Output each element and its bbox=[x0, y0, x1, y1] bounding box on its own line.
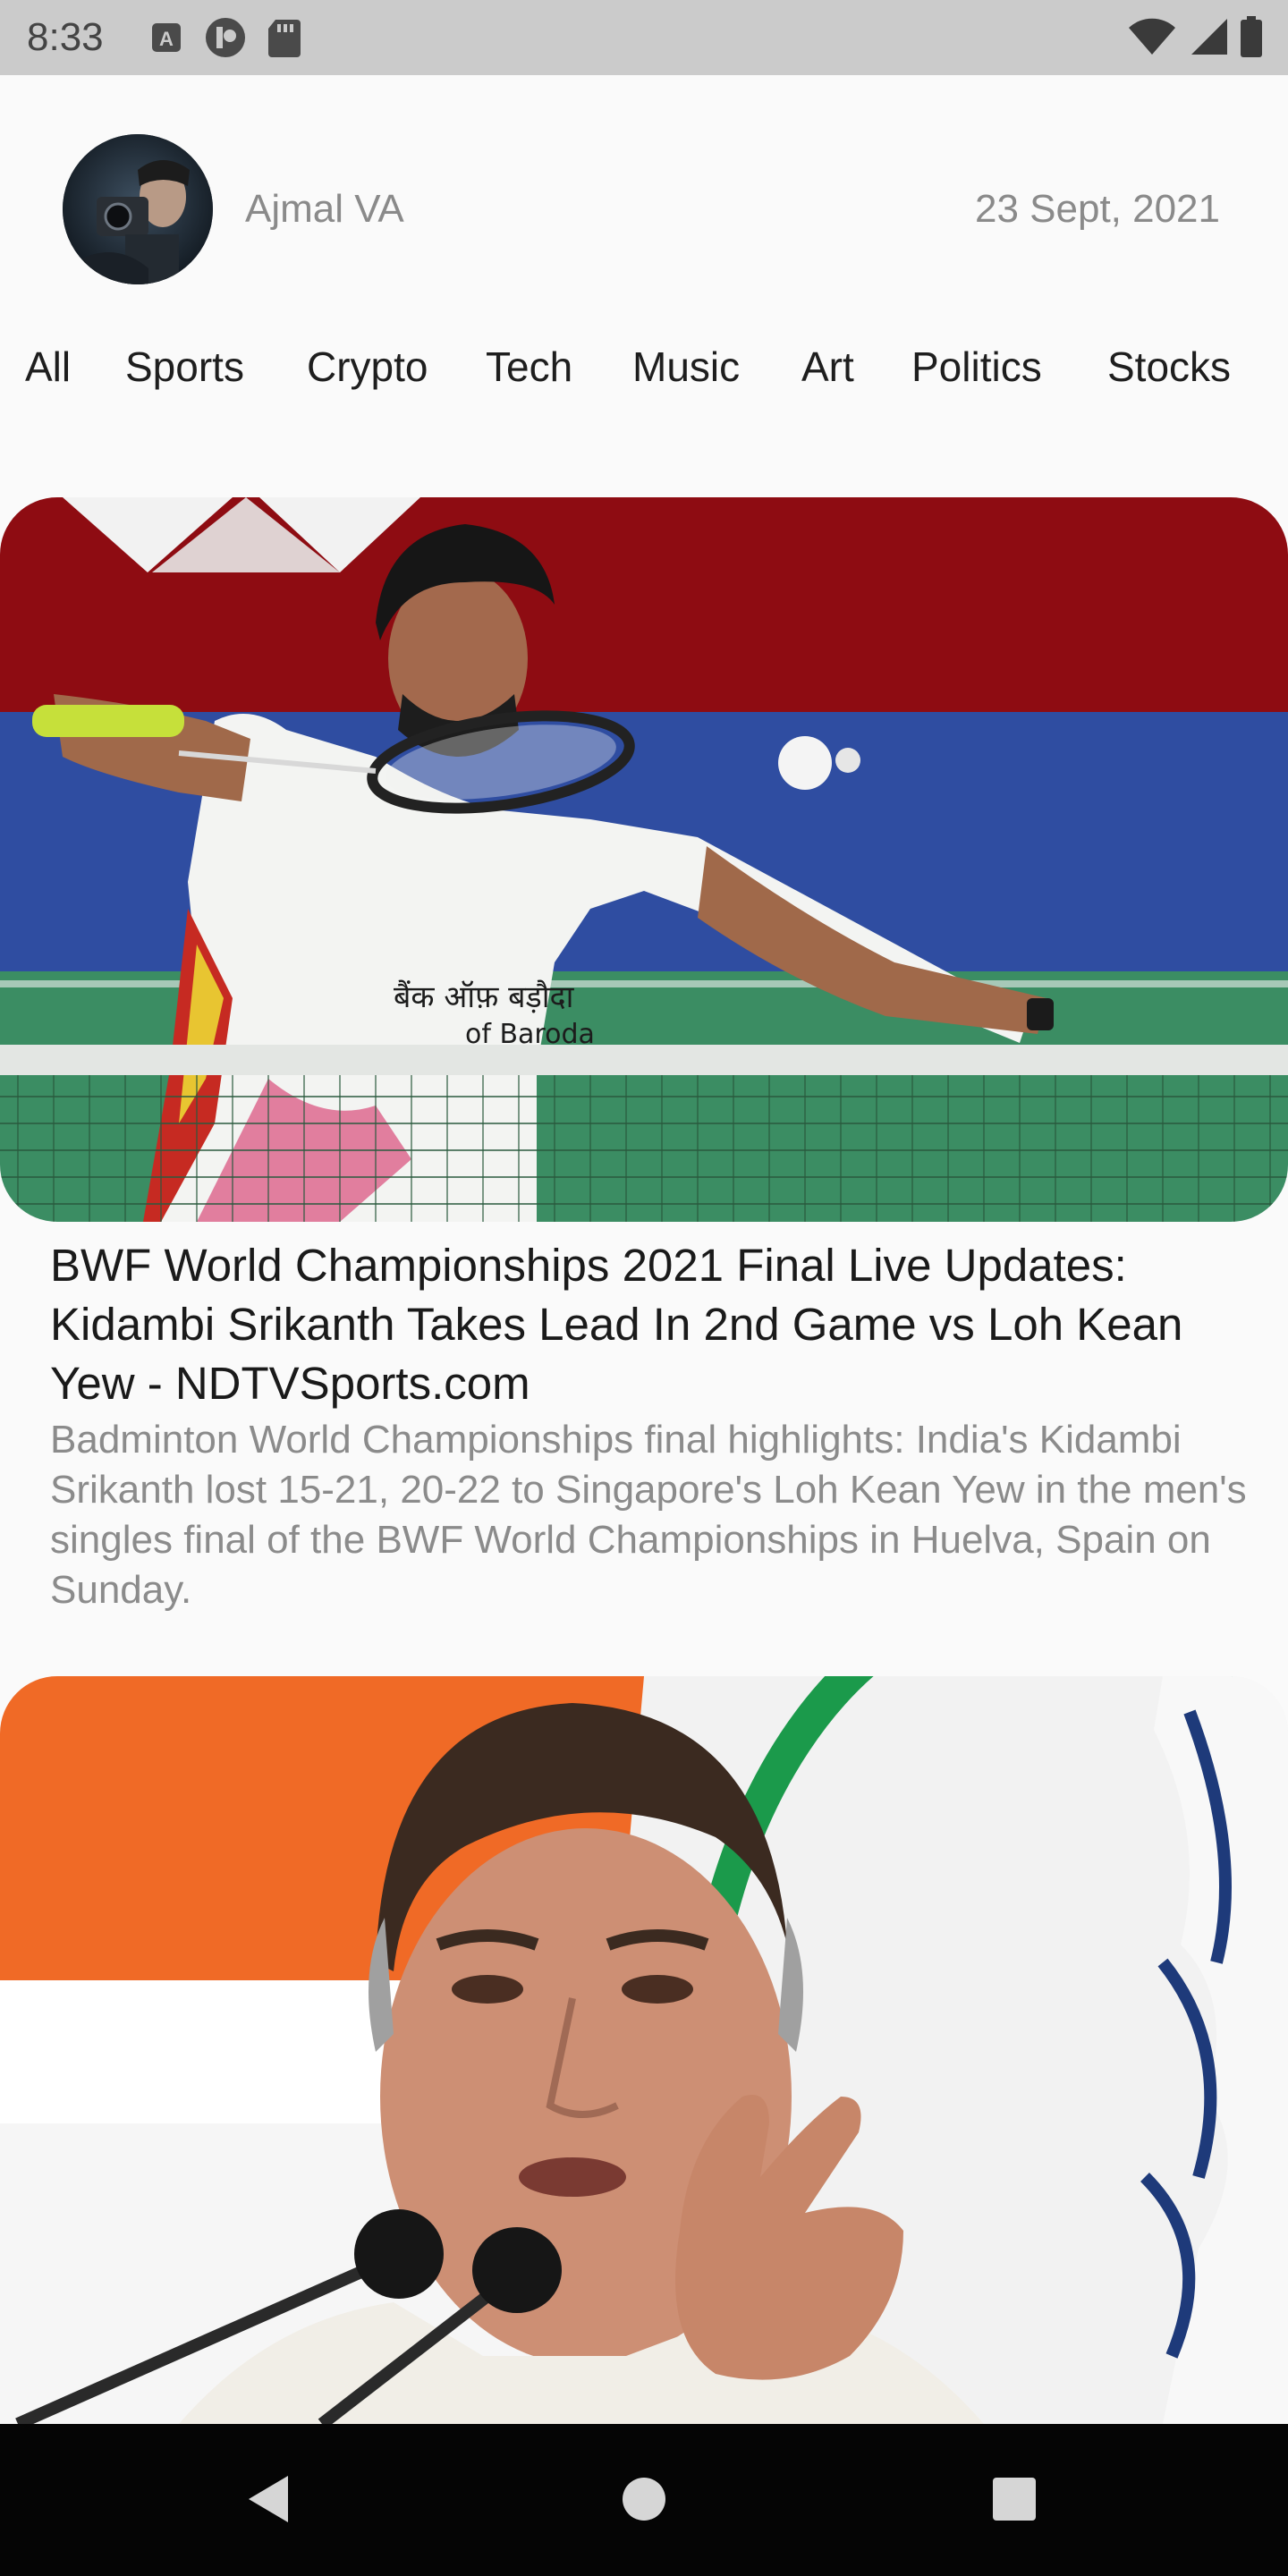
tab-crypto[interactable]: Crypto bbox=[307, 338, 428, 395]
battery-icon bbox=[1240, 16, 1263, 62]
news-feed-screen: 8:33 A Ajmal VA 23 Sept, 2021 All Sports… bbox=[0, 0, 1288, 2576]
jersey-text: बैंक ऑफ़ बड़ौदा bbox=[394, 979, 575, 1015]
system-navigation-bar bbox=[0, 2424, 1288, 2576]
tab-music[interactable]: Music bbox=[632, 338, 740, 395]
article-title[interactable]: BWF World Championships 2021 Final Live … bbox=[50, 1236, 1249, 1413]
status-bar: 8:33 A bbox=[0, 0, 1288, 75]
status-left-icons: A bbox=[148, 16, 302, 64]
article-image[interactable] bbox=[0, 1676, 1288, 2481]
status-time: 8:33 bbox=[27, 15, 104, 59]
article-description: Badminton World Championships final high… bbox=[50, 1418, 1247, 1612]
recents-square-icon[interactable] bbox=[991, 2476, 1038, 2527]
wifi-icon bbox=[1127, 17, 1177, 61]
article-card[interactable]: बैंक ऑफ़ बड़ौदा of Baroda BWF World Cham… bbox=[0, 497, 1288, 1624]
tab-politics[interactable]: Politics bbox=[911, 338, 1042, 395]
cell-signal-icon bbox=[1188, 17, 1229, 61]
tab-sports[interactable]: Sports bbox=[125, 338, 244, 395]
current-date: 23 Sept, 2021 bbox=[974, 187, 1220, 231]
tab-tech[interactable]: Tech bbox=[486, 338, 572, 395]
sd-card-icon bbox=[267, 18, 302, 62]
back-triangle-icon[interactable] bbox=[242, 2472, 295, 2530]
profile-header: Ajmal VA 23 Sept, 2021 bbox=[0, 75, 1288, 343]
tab-art[interactable]: Art bbox=[801, 338, 854, 395]
notification-circle-icon bbox=[204, 16, 247, 64]
tab-stocks[interactable]: Stocks bbox=[1107, 338, 1231, 395]
tab-all[interactable]: All bbox=[25, 338, 71, 395]
avatar[interactable] bbox=[63, 134, 213, 284]
svg-text:A: A bbox=[159, 28, 174, 50]
article-image[interactable]: बैंक ऑफ़ बड़ौदा of Baroda bbox=[0, 497, 1288, 1222]
status-right-icons bbox=[1127, 16, 1263, 62]
category-tabs: All Sports Crypto Tech Music Art Politic… bbox=[0, 338, 1288, 395]
home-circle-icon[interactable] bbox=[621, 2476, 667, 2527]
article-card[interactable] bbox=[0, 1676, 1288, 2481]
keyboard-a-icon: A bbox=[148, 20, 184, 60]
user-name: Ajmal VA bbox=[245, 187, 404, 231]
